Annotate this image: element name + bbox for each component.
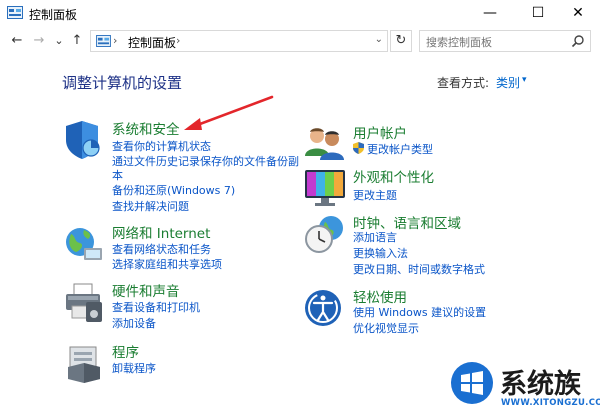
- breadcrumb-control-panel[interactable]: 控制面板: [128, 34, 176, 51]
- search-input[interactable]: [424, 33, 568, 51]
- control-panel-icon: [7, 6, 23, 19]
- category-title[interactable]: 程序: [112, 341, 139, 361]
- address-box[interactable]: › 控制面板 › ⌄: [90, 30, 388, 52]
- caret-down-icon[interactable]: ▾: [522, 75, 527, 85]
- link-network-status[interactable]: 查看网络状态和任务: [112, 241, 211, 257]
- link-add-language[interactable]: 添加语言: [353, 229, 397, 245]
- title-bar: 控制面板 — ☐ ✕: [0, 0, 600, 26]
- view-by-dropdown[interactable]: 类别: [496, 74, 520, 91]
- link-homegroup[interactable]: 选择家庭组和共享选项: [112, 256, 222, 272]
- control-panel-icon: [96, 35, 111, 47]
- link-file-history-cont[interactable]: 本: [112, 167, 123, 183]
- monitor-color-icon[interactable]: [303, 166, 347, 210]
- link-optimize-visual-display[interactable]: 优化视觉显示: [353, 320, 419, 336]
- search-icon[interactable]: [571, 34, 585, 48]
- category-title[interactable]: 网络和 Internet: [112, 222, 210, 242]
- link-troubleshoot[interactable]: 查找并解决问题: [112, 198, 189, 214]
- link-use-recommended-settings[interactable]: 使用 Windows 建议的设置: [353, 304, 486, 320]
- watermark: 系统族 WWW.XITONGZU.COM: [444, 352, 600, 414]
- link-file-history[interactable]: 通过文件历史记录保存你的文件备份副: [112, 153, 299, 169]
- forward-button[interactable]: →: [30, 32, 48, 50]
- view-by-label: 查看方式:: [437, 76, 490, 90]
- link-change-input-method[interactable]: 更换输入法: [353, 245, 408, 261]
- link-backup-restore[interactable]: 备份和还原(Windows 7): [112, 182, 235, 198]
- link-change-account-type[interactable]: 更改帐户类型: [367, 141, 433, 157]
- link-uninstall-program[interactable]: 卸载程序: [112, 360, 156, 376]
- maximize-button[interactable]: ☐: [516, 0, 560, 26]
- category-title[interactable]: 用户帐户: [353, 122, 407, 142]
- address-dropdown-button[interactable]: ⌄: [375, 34, 383, 45]
- link-change-date-time-format[interactable]: 更改日期、时间或数字格式: [353, 261, 485, 277]
- category-title[interactable]: 轻松使用: [353, 286, 407, 306]
- link-change-theme[interactable]: 更改主题: [353, 187, 397, 203]
- close-button[interactable]: ✕: [556, 0, 600, 26]
- watermark-brand: 系统族: [500, 369, 581, 400]
- category-title[interactable]: 外观和个性化: [353, 166, 434, 186]
- red-arrow-annotation: [184, 95, 274, 130]
- refresh-button[interactable]: ↻: [390, 30, 412, 52]
- search-box[interactable]: [419, 30, 591, 52]
- ease-of-access-icon[interactable]: [303, 286, 347, 330]
- minimize-button[interactable]: —: [468, 0, 512, 26]
- back-button[interactable]: ←: [8, 32, 26, 50]
- uac-shield-icon: [353, 142, 364, 154]
- link-devices-printers[interactable]: 查看设备和打印机: [112, 299, 200, 315]
- programs-icon[interactable]: [62, 341, 106, 385]
- recent-locations-button[interactable]: ⌄: [50, 32, 68, 50]
- link-view-computer-status[interactable]: 查看你的计算机状态: [112, 138, 211, 154]
- shield-icon[interactable]: [62, 118, 106, 162]
- address-bar-row: ← → ⌄ ↑ › 控制面板 › ⌄ ↻: [0, 28, 600, 54]
- category-title[interactable]: 硬件和声音: [112, 280, 180, 300]
- up-button[interactable]: ↑: [68, 32, 86, 50]
- chevron-right-icon[interactable]: ›: [176, 34, 180, 47]
- printer-icon[interactable]: [62, 280, 106, 324]
- link-add-device[interactable]: 添加设备: [112, 315, 156, 331]
- users-icon[interactable]: [303, 122, 347, 166]
- clock-globe-icon[interactable]: [303, 212, 347, 256]
- globe-network-icon[interactable]: [62, 222, 106, 266]
- category-title[interactable]: 系统和安全: [112, 118, 180, 138]
- page-title: 调整计算机的设置: [62, 74, 183, 92]
- windows-logo-icon: [451, 362, 493, 404]
- window-title: 控制面板: [29, 8, 78, 22]
- chevron-right-icon[interactable]: ›: [113, 34, 117, 47]
- watermark-url: WWW.XITONGZU.COM: [501, 398, 600, 408]
